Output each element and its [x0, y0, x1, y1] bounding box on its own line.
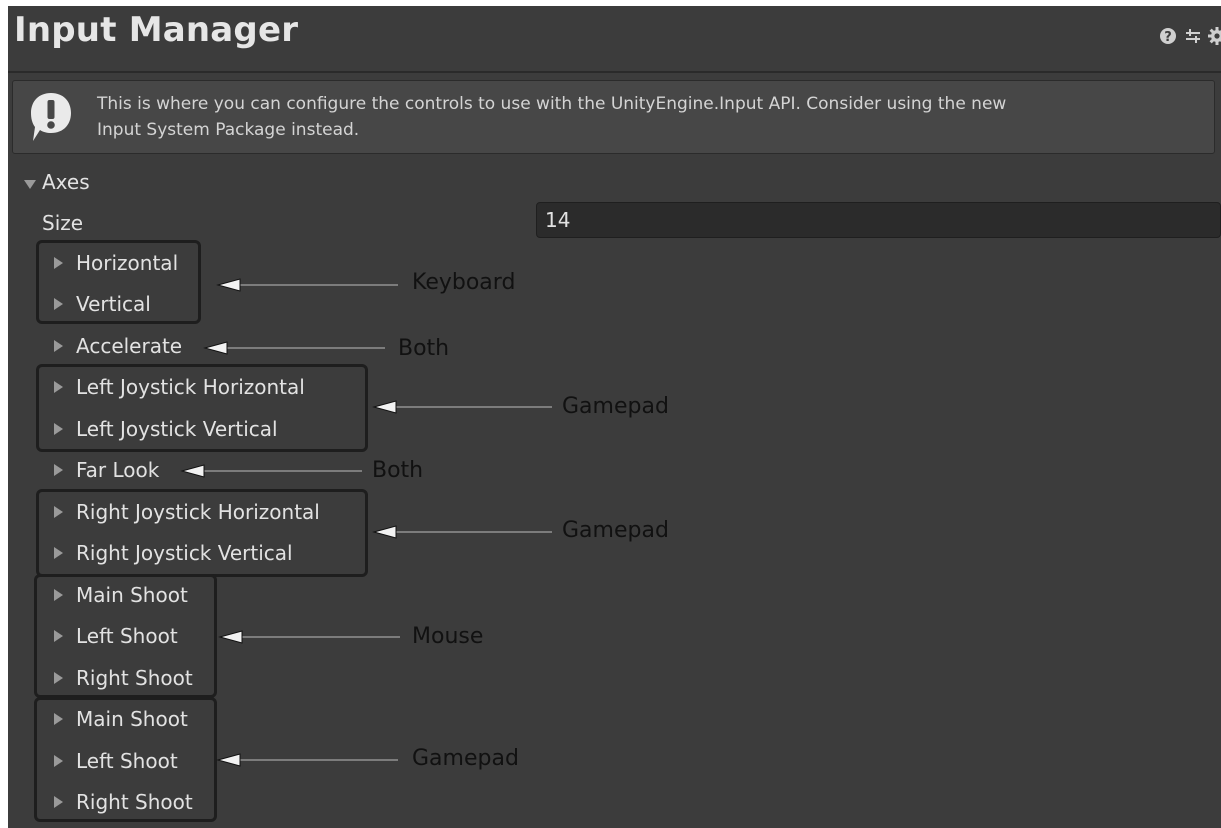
gamepad-group-box	[36, 489, 368, 577]
annotation-label: Both	[372, 458, 424, 483]
gamepad-group-box	[36, 364, 368, 452]
annotation-arrow-icon	[216, 753, 398, 767]
help-message-line-2: Input System Package instead.	[97, 120, 360, 140]
keyboard-group-box	[36, 240, 201, 324]
size-label: Size	[42, 211, 84, 235]
size-field[interactable]: 14	[536, 202, 1221, 238]
svg-text:?: ?	[1164, 30, 1172, 45]
axes-foldout-arrow-icon[interactable]	[24, 180, 36, 189]
help-message: This is where you can configure the cont…	[97, 91, 1197, 143]
annotation-arrow-icon	[180, 464, 362, 478]
gamepad-group-box	[34, 697, 217, 822]
annotation-label: Mouse	[412, 624, 484, 649]
preset-icon[interactable]	[1183, 26, 1203, 46]
annotation-label: Gamepad	[562, 394, 669, 419]
annotation-arrow-icon	[218, 630, 400, 644]
inspector-panel: Input Manager ? This is where you can co…	[8, 6, 1221, 828]
foldout-arrow-icon[interactable]	[54, 464, 63, 476]
header-divider	[8, 71, 1221, 73]
axes-foldout-label[interactable]: Axes	[42, 170, 90, 194]
annotation-label: Keyboard	[412, 270, 516, 295]
annotation-arrow-icon	[372, 400, 552, 414]
annotation-arrow-icon	[216, 278, 398, 292]
inspector-header: Input Manager ?	[8, 6, 1221, 68]
page-title: Input Manager	[14, 10, 299, 50]
annotation-label: Gamepad	[412, 746, 519, 771]
axis-item-label[interactable]: Accelerate	[76, 334, 182, 358]
settings-icon[interactable]	[1207, 26, 1221, 46]
mouse-group-box	[34, 574, 217, 698]
axis-item-label[interactable]: Far Look	[76, 458, 159, 482]
annotation-label: Gamepad	[562, 518, 669, 543]
help-icon[interactable]: ?	[1158, 26, 1178, 46]
annotation-arrow-icon	[372, 525, 552, 539]
foldout-arrow-icon[interactable]	[54, 340, 63, 352]
help-message-line-1: This is where you can configure the cont…	[97, 94, 1007, 114]
annotation-arrow-icon	[203, 341, 385, 355]
warning-icon	[29, 91, 73, 145]
help-box: This is where you can configure the cont…	[12, 80, 1215, 154]
annotation-label: Both	[398, 336, 450, 361]
